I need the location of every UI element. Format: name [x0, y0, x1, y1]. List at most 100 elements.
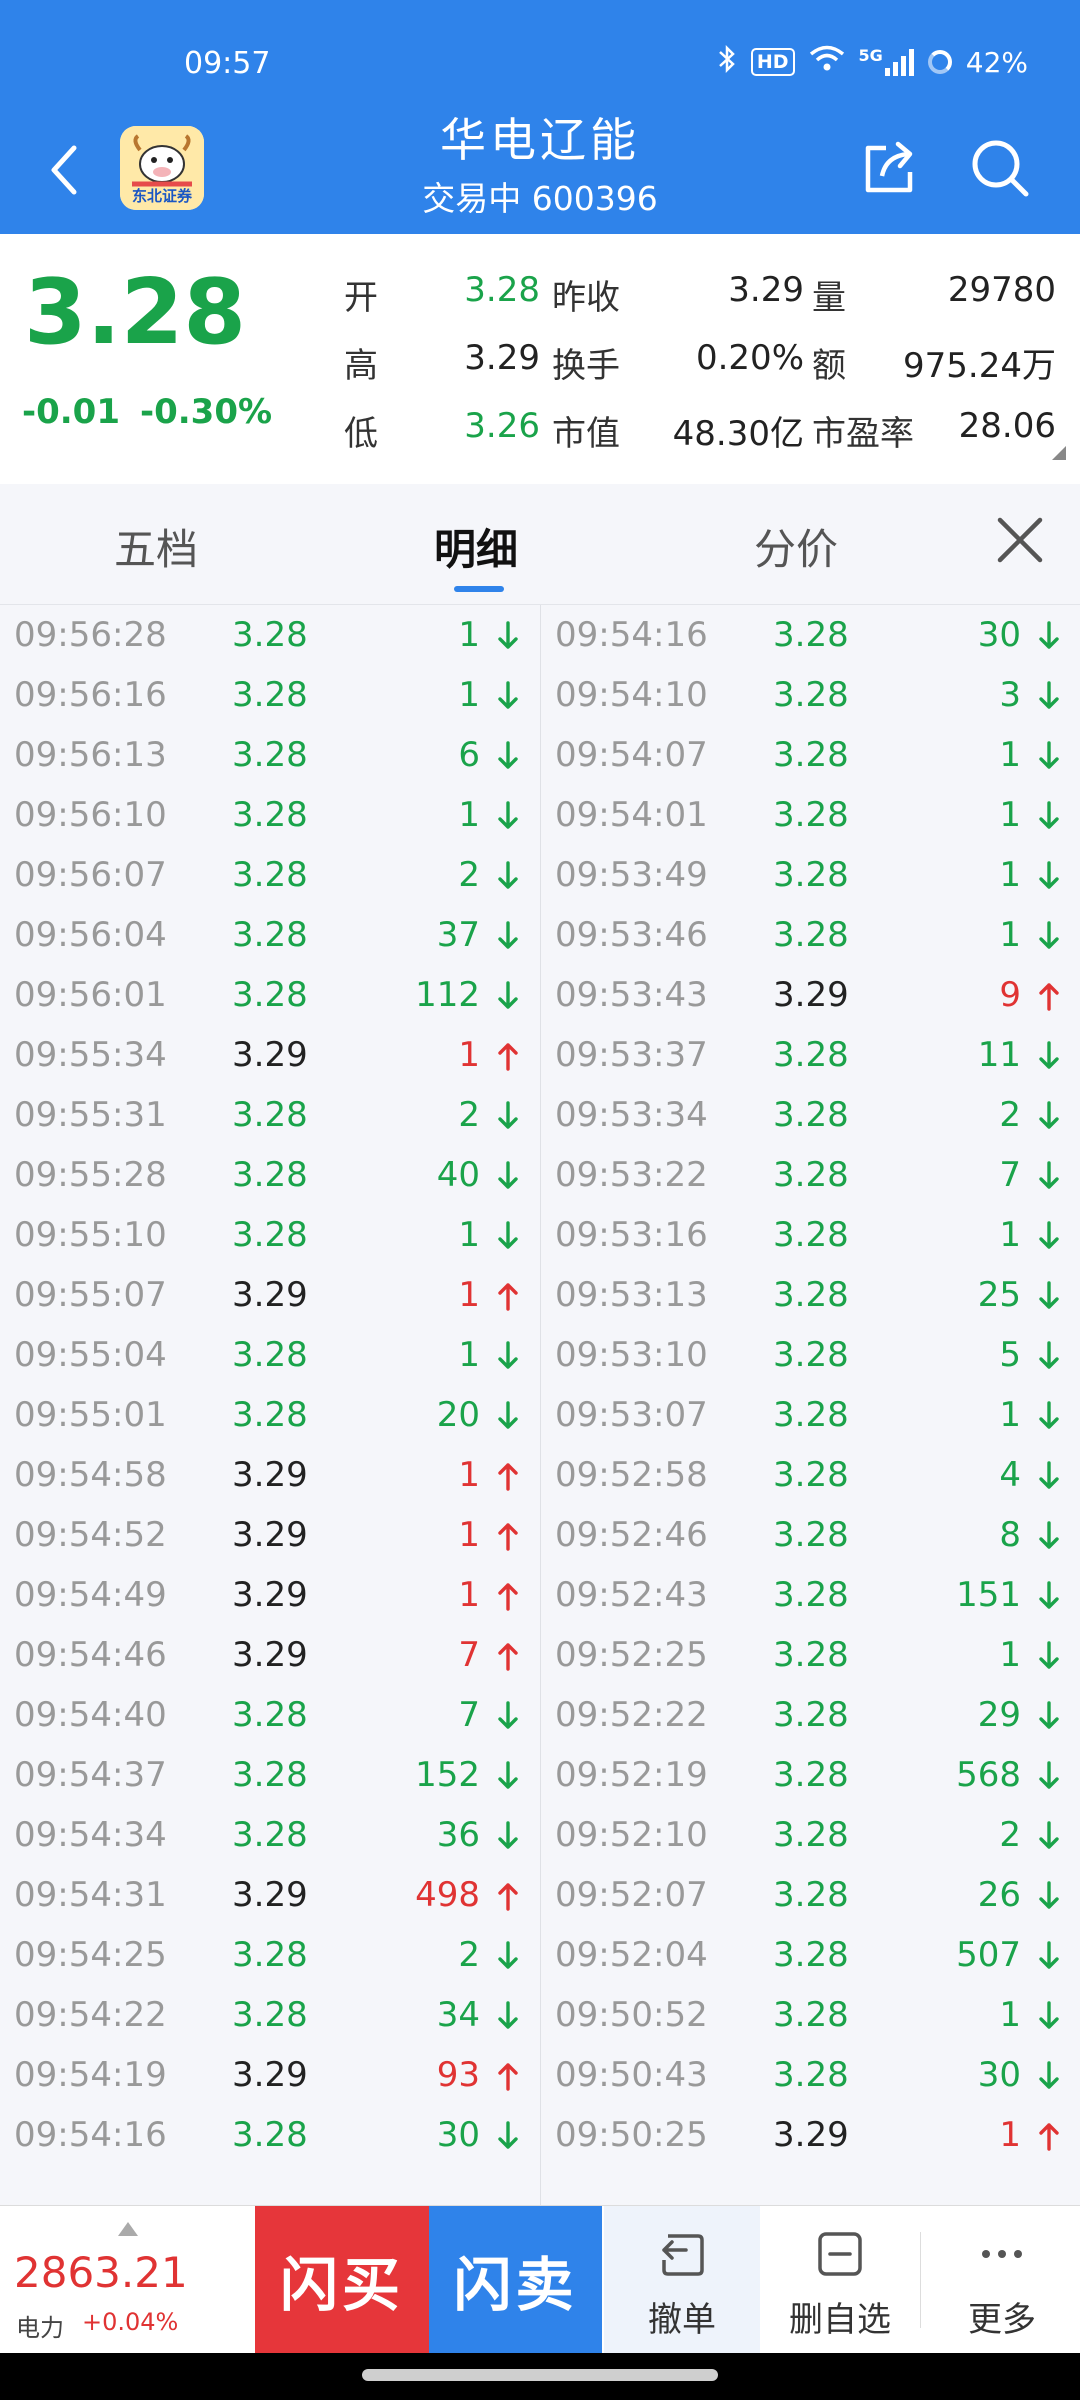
arrow-down-icon: [498, 1941, 518, 1969]
tick-time: 09:55:10: [14, 1215, 167, 1255]
status-time: 09:57: [184, 46, 271, 81]
tick-price: 3.28: [232, 1815, 308, 1855]
arrow-down-icon: [1039, 1701, 1059, 1729]
tab-trade-detail[interactable]: 明细: [434, 516, 518, 577]
tick-price: 3.28: [232, 1395, 308, 1435]
tick-time: 09:50:52: [555, 1995, 708, 2035]
expand-corner-icon[interactable]: [1052, 446, 1066, 460]
tick-time: 09:55:34: [14, 1035, 167, 1075]
tick-price: 3.28: [232, 1155, 308, 1195]
tick-price: 3.28: [232, 795, 308, 835]
back-button[interactable]: [44, 140, 84, 200]
tick-time: 09:54:10: [555, 675, 708, 715]
arrow-down-icon: [1039, 1161, 1059, 1189]
tick-row: 09:54:49 3.29 1: [0, 1565, 540, 1625]
tick-price: 3.28: [773, 1215, 849, 1255]
tick-time: 09:52:10: [555, 1815, 708, 1855]
broker-logo[interactable]: 东北证券: [120, 126, 204, 210]
tick-row: 09:55:04 3.28 1: [0, 1325, 540, 1385]
sector-index-value[interactable]: 2863.21: [14, 2248, 188, 2297]
tab-price-distribution[interactable]: 分价: [754, 516, 838, 577]
arrow-down-icon: [498, 1401, 518, 1429]
tick-row: 09:54:01 3.28 1: [541, 785, 1080, 845]
bottom-action-bar: 2863.21 电力 +0.04% 闪买 闪卖 撤单 删自选 更多: [0, 2205, 1080, 2354]
close-panel-button[interactable]: [990, 510, 1050, 570]
share-icon: [865, 141, 913, 193]
more-button[interactable]: 更多: [924, 2206, 1080, 2354]
tick-volume: 1: [458, 1215, 480, 1255]
open-label: 开: [344, 278, 378, 318]
wifi-icon: [809, 45, 845, 80]
arrow-down-icon: [498, 1101, 518, 1129]
tick-price: 3.28: [773, 1995, 849, 2035]
arrow-down-icon: [498, 621, 518, 649]
quick-buy-button[interactable]: 闪买: [255, 2206, 429, 2354]
tick-time: 09:53:46: [555, 915, 708, 955]
tick-price: 3.28: [773, 1695, 849, 1735]
tick-price: 3.28: [232, 735, 308, 775]
remove-watchlist-label: 删自选: [789, 2300, 891, 2340]
arrow-down-icon: [1039, 741, 1059, 769]
tick-price: 3.28: [773, 1275, 849, 1315]
arrow-down-icon: [1039, 681, 1059, 709]
tick-time: 09:52:04: [555, 1935, 708, 1975]
tick-row: 09:55:01 3.28 20: [0, 1385, 540, 1445]
tick-volume: 1: [458, 615, 480, 655]
tick-time: 09:50:25: [555, 2115, 708, 2155]
tick-row: 09:52:46 3.28 8: [541, 1505, 1080, 1565]
tick-price: 3.28: [773, 1395, 849, 1435]
tick-volume: 1: [999, 735, 1021, 775]
tick-row: 09:54:34 3.28 36: [0, 1805, 540, 1865]
caret-up-icon[interactable]: [118, 2222, 138, 2236]
home-gesture-bar[interactable]: [362, 2369, 718, 2381]
tick-time: 09:56:10: [14, 795, 167, 835]
tick-row: 09:53:46 3.28 1: [541, 905, 1080, 965]
arrow-down-icon: [1039, 2001, 1059, 2029]
tick-row: 09:53:10 3.28 5: [541, 1325, 1080, 1385]
tick-row: 09:52:10 3.28 2: [541, 1805, 1080, 1865]
tick-price: 3.28: [773, 1575, 849, 1615]
arrow-down-icon: [498, 1701, 518, 1729]
tick-volume: 40: [436, 1155, 480, 1195]
tick-volume: 5: [999, 1335, 1021, 1375]
tick-time: 09:54:58: [14, 1455, 167, 1495]
quote-panel[interactable]: 3.28 -0.01 -0.30% 开 3.28 昨收 3.29 量 29780…: [0, 234, 1080, 484]
tick-row: 09:55:10 3.28 1: [0, 1205, 540, 1265]
open-value: 3.28: [464, 270, 540, 310]
tick-price: 3.28: [773, 735, 849, 775]
tick-price: 3.29: [773, 975, 849, 1015]
tick-row: 09:52:07 3.28 26: [541, 1865, 1080, 1925]
quick-sell-button[interactable]: 闪卖: [429, 2206, 602, 2354]
tick-volume: 4: [999, 1455, 1021, 1495]
arrow-down-icon: [498, 741, 518, 769]
trade-ticks-list[interactable]: 09:56:28 3.28 1 09:56:16 3.28 1 09:56:13 3.28 6 0…: [0, 605, 1080, 2205]
tick-time: 09:54:16: [555, 615, 708, 655]
search-button[interactable]: [968, 136, 1032, 200]
tab-order-book[interactable]: 五档: [114, 516, 198, 577]
share-button[interactable]: [858, 138, 920, 200]
tick-volume: 1: [458, 1335, 480, 1375]
tick-row: 09:53:16 3.28 1: [541, 1205, 1080, 1265]
tick-row: 09:54:58 3.29 1: [0, 1445, 540, 1505]
remove-watchlist-button[interactable]: 删自选: [762, 2206, 918, 2354]
tick-price: 3.28: [773, 1515, 849, 1555]
tick-price: 3.29: [232, 1035, 308, 1075]
cancel-order-button[interactable]: 撤单: [604, 2206, 760, 2354]
tick-price: 3.28: [773, 615, 849, 655]
arrow-up-icon: [498, 1583, 518, 1611]
more-label: 更多: [968, 2300, 1036, 2340]
high-value: 3.29: [464, 338, 540, 378]
arrow-down-icon: [498, 801, 518, 829]
tick-row: 09:55:28 3.28 40: [0, 1145, 540, 1205]
tick-volume: 1: [458, 1275, 480, 1315]
tick-price: 3.29: [232, 2055, 308, 2095]
tick-price: 3.28: [232, 975, 308, 1015]
tick-price: 3.28: [232, 675, 308, 715]
tick-price: 3.28: [773, 2055, 849, 2095]
arrow-up-icon: [498, 1283, 518, 1311]
cancel-order-icon: [662, 2234, 704, 2276]
tick-row: 09:54:37 3.28 152: [0, 1745, 540, 1805]
tick-volume: 20: [436, 1395, 480, 1435]
tick-row: 09:52:04 3.28 507: [541, 1925, 1080, 1985]
tick-volume: 2: [458, 1095, 480, 1135]
